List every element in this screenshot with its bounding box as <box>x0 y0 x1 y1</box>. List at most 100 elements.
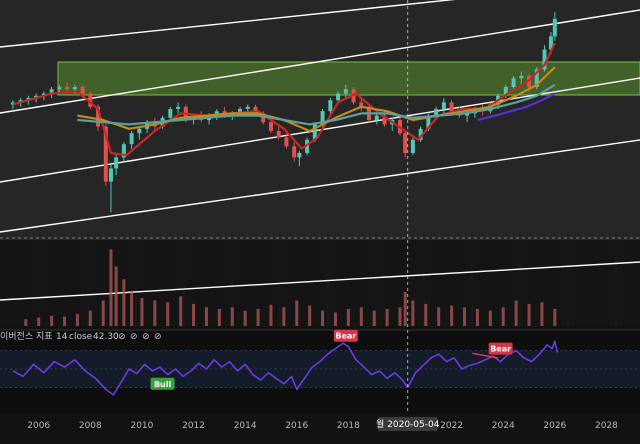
candle-body <box>343 89 348 94</box>
candle-body <box>57 87 62 90</box>
volume-bar <box>50 315 54 326</box>
volume-bar <box>88 310 92 326</box>
x-tick-label: 2024 <box>492 421 515 431</box>
volume-bar <box>308 305 312 326</box>
volume-bar <box>450 305 454 326</box>
candle-body <box>176 106 181 109</box>
volume-bar <box>140 297 144 326</box>
volume-bar <box>372 310 376 326</box>
divergence-badge-text: Bull <box>154 380 172 389</box>
indicator-pane[interactable]: Bear Bull Bear <box>0 329 640 414</box>
volume-bar <box>101 300 105 326</box>
crosshair-date-label: 월 2020-05-04 <box>376 418 440 430</box>
main-pane[interactable] <box>0 0 640 326</box>
eye-off-icon[interactable]: ⊘ <box>130 332 138 342</box>
price-zone-shade <box>0 0 640 240</box>
volume-bar <box>204 307 208 326</box>
candle-body <box>410 139 415 153</box>
divergence-label[interactable]: Bear <box>333 329 358 342</box>
stock-chart-canvas[interactable]: Bear Bull Bear 2006 2008 2010 2012 2014 2016 201… <box>0 0 640 444</box>
volume-bar <box>295 300 299 326</box>
x-tick-label: 2016 <box>285 421 308 431</box>
volume-bar <box>346 309 350 326</box>
volume-bar <box>463 307 467 326</box>
volume-bar <box>403 292 407 326</box>
volume-bar <box>359 307 363 326</box>
candle-body <box>292 146 297 158</box>
divergence-badge-text: Bear <box>490 345 511 354</box>
volume-bar <box>333 312 337 326</box>
candle-body <box>328 100 333 112</box>
volume-bar <box>540 302 544 326</box>
volume-bar <box>321 310 325 326</box>
candle-body <box>336 93 341 101</box>
volume-bar <box>256 309 260 326</box>
candle-body <box>129 133 134 145</box>
eye-off-icon[interactable]: ⊘ <box>154 332 162 342</box>
volume-bar <box>230 307 234 326</box>
x-tick-label: 2022 <box>440 421 463 431</box>
volume-bar <box>217 309 221 326</box>
candle-body <box>137 128 142 134</box>
candle-body <box>72 87 77 90</box>
volume-bar <box>166 302 170 326</box>
divergence-label[interactable]: Bull <box>150 377 175 390</box>
candle-body <box>268 122 273 131</box>
x-tick-label: 2006 <box>27 421 50 431</box>
candle-body <box>80 87 85 94</box>
x-tick-label: 2014 <box>234 421 257 431</box>
candle-body <box>65 87 70 90</box>
volume-bar <box>424 303 428 326</box>
time-axis: 2006200820102012201420162018202020222024… <box>0 414 640 444</box>
eye-off-icon[interactable]: ⊘ <box>142 332 150 342</box>
candle-body <box>374 115 379 120</box>
volume-bar <box>63 316 67 326</box>
divergence-label[interactable]: Bear <box>488 342 513 355</box>
volume-bar <box>488 310 492 326</box>
indicator-last-value: 42.30 <box>93 332 119 342</box>
indicator-title: 이버전스 지표 <box>0 331 53 342</box>
candle-body <box>441 102 446 109</box>
candle-body <box>297 153 302 158</box>
volume-bar <box>243 310 247 326</box>
volume-bar <box>501 307 505 326</box>
candle-body <box>284 137 289 147</box>
volume-zone-bg <box>0 240 640 326</box>
volume-bar <box>475 309 479 326</box>
volume-bar <box>153 300 157 326</box>
volume-bar <box>24 319 28 326</box>
x-tick-label: 2028 <box>595 421 618 431</box>
volume-bar <box>514 300 518 326</box>
candle-body <box>403 133 408 153</box>
volume-bar <box>282 307 286 326</box>
x-tick-label: 2012 <box>182 421 205 431</box>
volume-bar <box>437 307 441 326</box>
candle-body <box>552 18 557 37</box>
x-tick-label: 2008 <box>79 421 102 431</box>
x-tick-label: 2026 <box>543 421 566 431</box>
indicator-source: close <box>69 332 93 342</box>
volume-bar <box>75 314 79 326</box>
eye-off-icon[interactable]: ⊘ <box>118 332 126 342</box>
candle-body <box>449 102 454 112</box>
volume-bar <box>192 303 196 326</box>
candle-body <box>245 106 250 109</box>
x-tick-label: 2010 <box>130 421 153 431</box>
candle-body <box>168 109 173 118</box>
volume-bar <box>179 296 183 326</box>
volume-bar <box>527 303 531 326</box>
x-tick-label: 2018 <box>337 421 360 431</box>
volume-bar <box>385 309 389 326</box>
volume-bar <box>269 304 273 326</box>
volume-bar <box>114 266 118 326</box>
volume-bar <box>122 279 126 326</box>
candle-body <box>114 157 119 169</box>
candle-body <box>276 131 281 138</box>
divergence-badge-text: Bear <box>335 332 356 341</box>
indicator-length: 14 <box>56 332 68 342</box>
candle-body <box>511 78 516 87</box>
volume-bar <box>109 249 113 326</box>
volume-bar <box>130 292 134 326</box>
volume-bar <box>411 300 415 326</box>
candle-body <box>108 168 113 182</box>
